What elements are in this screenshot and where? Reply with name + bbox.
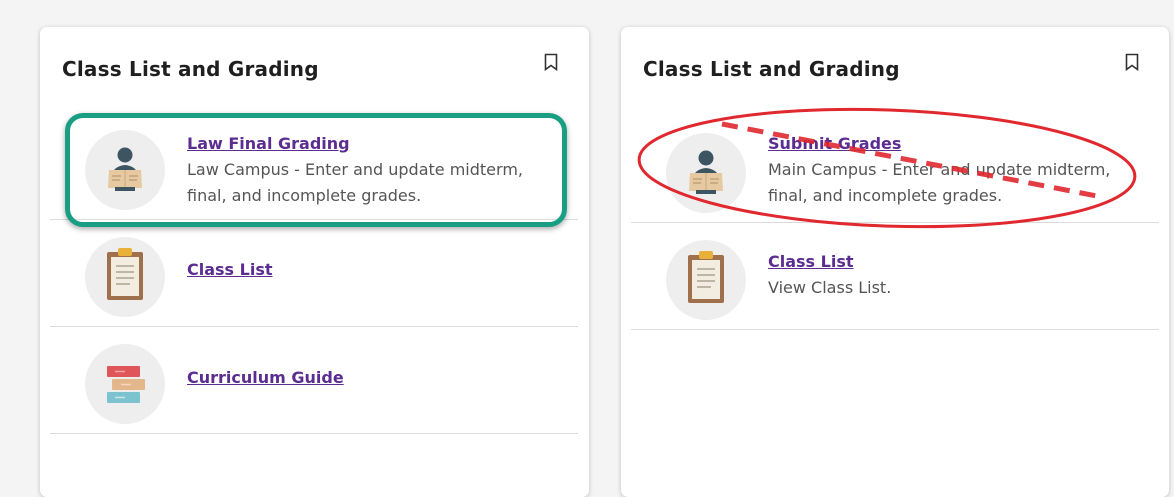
submit-grades-link[interactable]: Submit Grades [768, 134, 901, 153]
item-description: Law Campus - Enter and update midterm, f… [187, 160, 523, 205]
clipboard-icon [666, 240, 746, 320]
curriculum-guide-link[interactable]: Curriculum Guide [187, 368, 344, 387]
card-title: Class List and Grading [62, 57, 319, 81]
list-item[interactable]: Law Final Grading Law Campus - Enter and… [50, 112, 578, 220]
clipboard-icon [85, 237, 165, 317]
list-item[interactable]: Curriculum Guide [50, 326, 578, 434]
class-list-link[interactable]: Class List [187, 260, 273, 279]
right-card: Class List and Grading Submit Grades Mai… [621, 27, 1169, 497]
item-description: Main Campus - Enter and update midterm, … [768, 160, 1111, 205]
list-item[interactable]: Class List View Class List. [631, 222, 1159, 330]
left-card: Class List and Grading Law Final Grading… [40, 27, 589, 497]
bookmark-icon[interactable] [544, 53, 558, 71]
law-final-grading-link[interactable]: Law Final Grading [187, 134, 350, 153]
person-with-grade-sheet-icon [85, 130, 165, 210]
list-item[interactable]: Submit Grades Main Campus - Enter and up… [631, 115, 1159, 223]
bookmark-icon[interactable] [1125, 53, 1139, 71]
list-item[interactable]: Class List [50, 219, 578, 327]
item-description: View Class List. [768, 278, 892, 297]
card-title: Class List and Grading [643, 57, 900, 81]
stacked-books-icon [85, 344, 165, 424]
person-with-grade-sheet-icon [666, 133, 746, 213]
class-list-link[interactable]: Class List [768, 252, 854, 271]
